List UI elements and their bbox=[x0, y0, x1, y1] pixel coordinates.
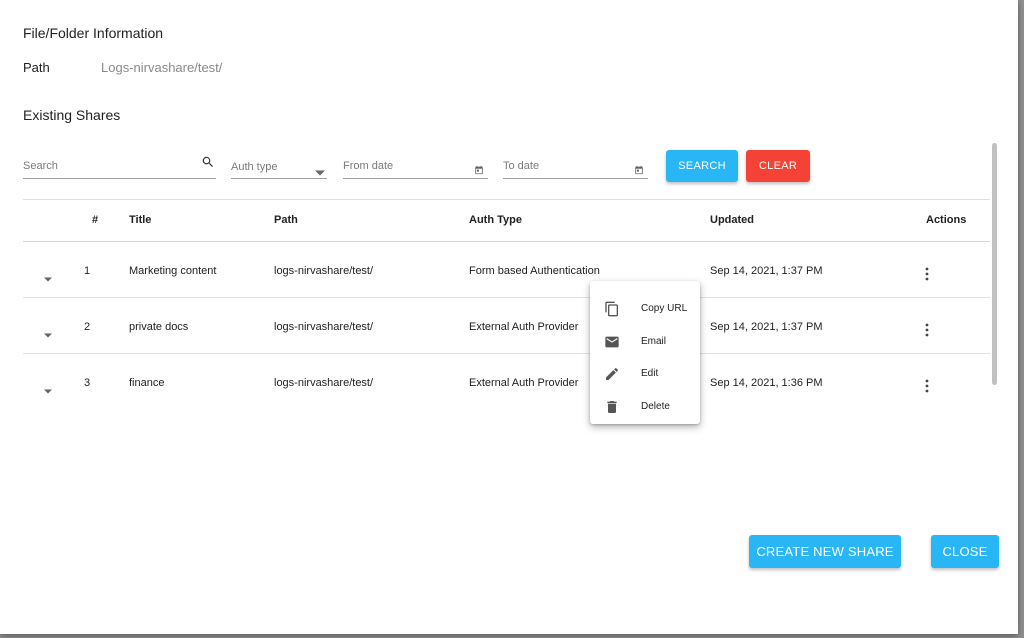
row-divider bbox=[23, 353, 990, 354]
close-button[interactable]: CLOSE bbox=[931, 535, 999, 568]
expand-row-icon[interactable] bbox=[43, 326, 53, 344]
menu-item-label: Edit bbox=[641, 368, 659, 379]
to-date-field[interactable]: To date bbox=[503, 152, 648, 179]
search-placeholder: Search bbox=[23, 160, 58, 172]
row-auth-type: External Auth Provider bbox=[469, 321, 579, 333]
row-updated: Sep 14, 2021, 1:37 PM bbox=[710, 321, 823, 333]
search-input[interactable]: Search bbox=[23, 152, 216, 179]
more-actions-icon[interactable] bbox=[924, 267, 930, 286]
path-value: Logs-nirvashare/test/ bbox=[101, 60, 223, 75]
search-icon[interactable] bbox=[201, 155, 215, 174]
col-header-auth-type: Auth Type bbox=[469, 214, 522, 226]
to-date-placeholder: To date bbox=[503, 160, 540, 172]
col-header-actions: Actions bbox=[926, 214, 967, 226]
col-header-number: # bbox=[92, 214, 99, 226]
path-label: Path bbox=[23, 60, 50, 75]
delete-icon bbox=[604, 399, 620, 415]
menu-item-copy-url[interactable]: Copy URL bbox=[590, 293, 700, 325]
menu-item-label: Copy URL bbox=[641, 303, 688, 314]
row-title: finance bbox=[129, 377, 165, 389]
more-actions-icon[interactable] bbox=[924, 323, 930, 342]
row-path: logs-nirvashare/test/ bbox=[274, 265, 374, 277]
dropdown-arrow-icon bbox=[315, 163, 325, 181]
row-title: Marketing content bbox=[129, 265, 217, 277]
row-title: private docs bbox=[129, 321, 189, 333]
col-header-path: Path bbox=[274, 214, 298, 226]
row-auth-type: Form based Authentication bbox=[469, 265, 600, 277]
menu-item-email[interactable]: Email bbox=[590, 326, 700, 358]
create-new-share-button[interactable]: CREATE NEW SHARE bbox=[749, 535, 901, 568]
row-number: 3 bbox=[84, 377, 91, 389]
row-updated: Sep 14, 2021, 1:37 PM bbox=[710, 265, 823, 277]
copy-icon bbox=[604, 301, 620, 317]
menu-item-label: Email bbox=[641, 336, 667, 347]
expand-row-icon[interactable] bbox=[43, 382, 53, 400]
search-button[interactable]: SEARCH bbox=[666, 150, 738, 182]
table-top-divider bbox=[23, 199, 990, 200]
menu-item-delete[interactable]: Delete bbox=[590, 391, 700, 423]
email-icon bbox=[604, 334, 620, 350]
dialog-title: File/Folder Information bbox=[23, 25, 164, 41]
existing-shares-title: Existing Shares bbox=[23, 107, 121, 123]
row-path: logs-nirvashare/test/ bbox=[274, 321, 374, 333]
clear-button[interactable]: CLEAR bbox=[746, 150, 810, 182]
from-date-placeholder: From date bbox=[343, 160, 394, 172]
calendar-icon[interactable] bbox=[474, 162, 484, 180]
from-date-field[interactable]: From date bbox=[343, 152, 488, 179]
row-number: 2 bbox=[84, 321, 91, 333]
row-actions-menu: Copy URL Email Edit Delete bbox=[590, 281, 700, 424]
col-header-updated: Updated bbox=[710, 214, 754, 226]
table-header-divider bbox=[23, 241, 990, 242]
calendar-icon[interactable] bbox=[634, 162, 644, 180]
row-number: 1 bbox=[84, 265, 91, 277]
row-auth-type: External Auth Provider bbox=[469, 377, 579, 389]
auth-type-select[interactable]: Auth type bbox=[231, 152, 327, 179]
expand-row-icon[interactable] bbox=[43, 270, 53, 288]
scrollbar[interactable] bbox=[992, 143, 997, 385]
auth-type-placeholder: Auth type bbox=[231, 161, 278, 173]
row-updated: Sep 14, 2021, 1:36 PM bbox=[710, 377, 823, 389]
row-divider bbox=[23, 297, 990, 298]
file-info-dialog: File/Folder Information Path Logs-nirvas… bbox=[0, 0, 1018, 634]
row-path: logs-nirvashare/test/ bbox=[274, 377, 374, 389]
more-actions-icon[interactable] bbox=[924, 379, 930, 398]
col-header-title: Title bbox=[129, 214, 152, 226]
menu-item-label: Delete bbox=[641, 401, 670, 412]
edit-icon bbox=[604, 366, 620, 382]
menu-item-edit[interactable]: Edit bbox=[590, 358, 700, 390]
